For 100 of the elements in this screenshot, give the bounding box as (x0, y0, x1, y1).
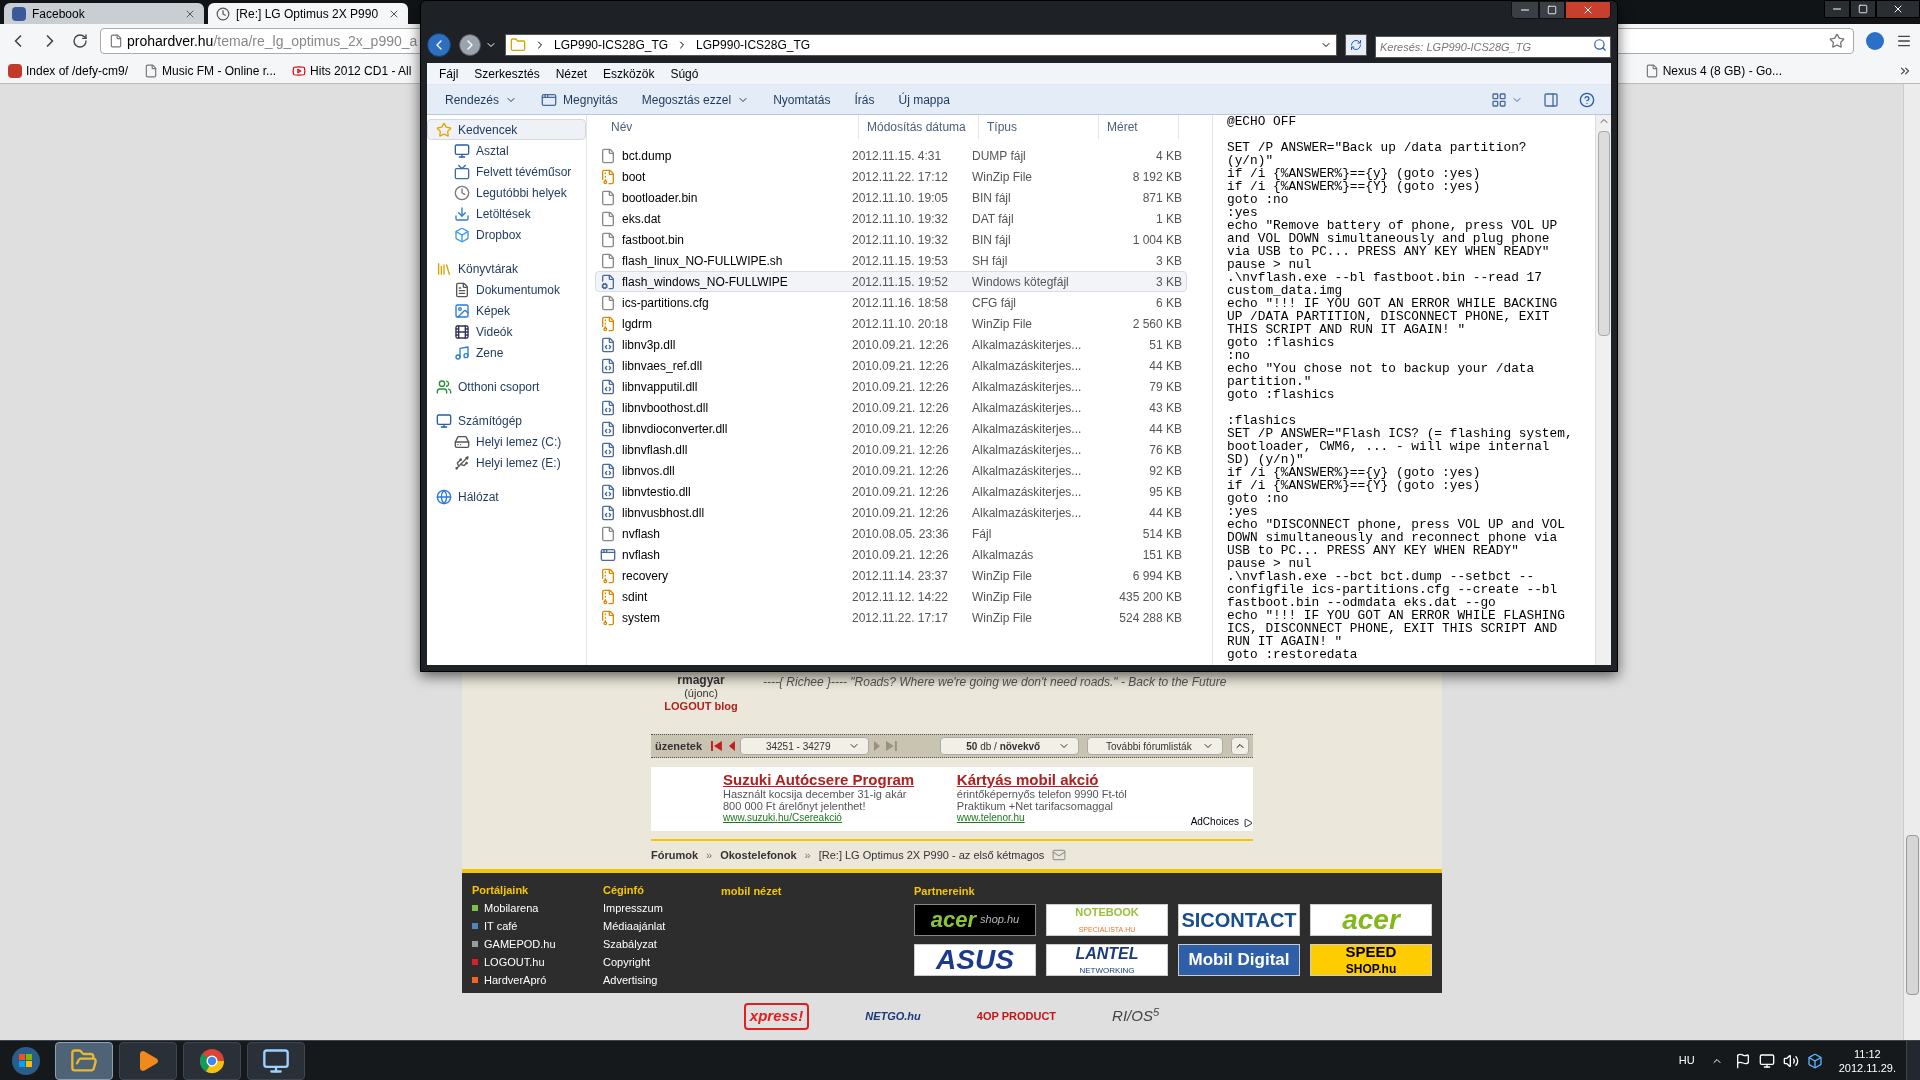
bookmark[interactable]: Nexus 4 (8 GB) - Go... (1644, 61, 1782, 80)
file-row[interactable]: libnvflash.dll 2010.09.21. 12:26 Alkalmazáskiterjes... 76 KB (595, 439, 1187, 460)
file-row[interactable]: libnvtestio.dll 2010.09.21. 12:26 Alkalmazáskiterjes... 95 KB (595, 481, 1187, 502)
footer-link[interactable]: Médiaajánlat (603, 919, 721, 933)
network-icon[interactable] (1758, 1052, 1775, 1069)
nav-item[interactable]: Legutóbbi helyek (427, 182, 586, 203)
back-button[interactable] (427, 33, 451, 57)
taskbar-app[interactable] (247, 1041, 305, 1080)
file-row[interactable]: bct.dump 2012.11.15. 4:31 DUMP fájl 4 KB (595, 145, 1187, 166)
forward-button[interactable] (459, 34, 481, 56)
partner-logo[interactable]: SICONTACT (1178, 903, 1300, 936)
ad-url[interactable]: www.telenor.hu (956, 812, 1191, 824)
toolbar-button[interactable]: Megosztás ezzel (631, 87, 760, 112)
close-button[interactable] (1565, 1, 1611, 19)
column-header[interactable]: Név (587, 115, 859, 139)
nav-item[interactable]: Képek (427, 300, 586, 321)
username[interactable]: rmagyar (677, 674, 725, 687)
footer-link[interactable]: Szabályzat (603, 937, 721, 951)
first-page-icon[interactable] (710, 740, 724, 752)
file-row[interactable]: libnv3p.dll 2010.09.21. 12:26 Alkalmazáskiterjes... 51 KB (595, 334, 1187, 355)
footer-link[interactable]: Copyright (603, 955, 721, 969)
file-row[interactable]: lgdrm 2012.11.10. 20:18 WinZip File 2 560 KB (595, 313, 1187, 334)
file-row[interactable]: nvflash 2010.09.21. 12:26 Alkalmazás 151 KB (595, 544, 1187, 565)
box-icon[interactable] (1806, 1052, 1823, 1069)
column-header[interactable]: Módosítás dátuma (859, 115, 979, 139)
menu-icon[interactable] (1896, 33, 1912, 49)
file-row[interactable]: system 2012.11.22. 17:17 WinZip File 524 288 KB (595, 607, 1187, 628)
breadcrumb-item[interactable]: LGP990-ICS28G_TG (554, 36, 669, 54)
file-row[interactable]: libnvboothost.dll 2010.09.21. 12:26 Alkalmazáskiterjes... 43 KB (595, 397, 1187, 418)
address-bar[interactable]: LGP990-ICS28G_TG LGP990-ICS28G_TG (505, 34, 1337, 56)
toolbar-button[interactable]: Nyomtatás (763, 87, 841, 112)
partner-logo[interactable]: LANTEL NETWORKING (1046, 943, 1168, 976)
footer-link[interactable]: Impresszum (603, 901, 721, 915)
preview-pane-icon[interactable] (1543, 91, 1559, 108)
file-row[interactable]: libnvusbhost.dll 2010.09.21. 12:26 Alkalmazáskiterjes... 44 KB (595, 502, 1187, 523)
sponsor-logo[interactable]: xpress! (743, 1003, 810, 1030)
ad-title[interactable]: Kártyás mobil akció (956, 771, 1191, 788)
bookmark[interactable]: Music FM - Online r... (144, 61, 277, 80)
breadcrumb-link[interactable]: Okostelefonok (720, 846, 797, 864)
ad-url[interactable]: www.suzuki.hu/Csereakció (723, 812, 957, 824)
toolbar-button[interactable]: Írás (844, 87, 885, 112)
file-row[interactable]: libnvdioconverter.dll 2010.09.21. 12:26 Alkalmazáskiterjes... 44 KB (595, 418, 1187, 439)
taskbar-app[interactable] (119, 1041, 177, 1080)
column-header[interactable]: Méret (1099, 115, 1179, 139)
file-row[interactable]: flash_windows_NO-FULLWIPE 2012.11.15. 19:52 Windows kötegfájl 3 KB (595, 271, 1187, 292)
file-row[interactable]: bootloader.bin 2012.11.10. 19:05 BIN fájl 871 KB (595, 187, 1187, 208)
file-row[interactable]: fastboot.bin 2012.11.10. 19:32 BIN fájl 1 004 KB (595, 229, 1187, 250)
file-row[interactable]: flash_linux_NO-FULLWIPE.sh 2012.11.15. 19:53 SH fájl 3 KB (595, 250, 1187, 271)
sort-select[interactable]: 50 db / növekvő (939, 737, 1079, 755)
toolbar-button[interactable]: Új mappa (888, 87, 960, 112)
footer-link[interactable]: GAMEPOD.hu (484, 937, 556, 951)
clock-time[interactable]: 11:12 (1854, 1046, 1881, 1061)
previous-page-icon[interactable] (727, 740, 736, 752)
menu-item[interactable]: Fájl (439, 64, 459, 83)
file-row[interactable]: sdint 2012.11.12. 14:22 WinZip File 435 200 KB (595, 586, 1187, 607)
file-row[interactable]: boot 2012.11.22. 17:12 WinZip File 8 192 KB (595, 166, 1187, 187)
nav-item[interactable]: Dokumentumok (427, 279, 586, 300)
extension-icon[interactable] (1866, 32, 1884, 50)
nav-item[interactable]: Asztal (427, 140, 586, 161)
bookmark-star-icon[interactable] (1829, 33, 1845, 49)
menu-item[interactable]: Súgó (670, 64, 699, 83)
footer-link[interactable]: Advertising (603, 973, 721, 987)
footer-link[interactable]: HardverApró (484, 973, 547, 987)
nav-item[interactable]: Videók (427, 321, 586, 342)
nav-item[interactable]: Letöltések (427, 203, 586, 224)
view-options-icon[interactable] (1491, 91, 1507, 108)
nav-item[interactable]: Zene (427, 342, 586, 363)
maximize-button[interactable] (1539, 1, 1565, 19)
page-range-select[interactable]: 34251 - 34279 (739, 737, 869, 755)
partner-logo[interactable]: Mobil Digital (1178, 943, 1300, 976)
menu-item[interactable]: Szerkesztés (474, 64, 540, 83)
clock-date[interactable]: 2012.11.29. (1838, 1060, 1896, 1075)
footer-link[interactable]: LOGOUT.hu (484, 955, 545, 969)
minimize-button[interactable] (1511, 1, 1539, 19)
breadcrumb-item[interactable]: LGP990-ICS28G_TG (696, 36, 811, 54)
file-row[interactable]: recovery 2012.11.14. 23:37 WinZip File 6 994 KB (595, 565, 1187, 586)
forum-list-select[interactable]: További fórumlisták (1086, 737, 1224, 755)
minimize-button[interactable] (1824, 0, 1850, 18)
browser-tab[interactable]: Facebook (4, 3, 204, 24)
footer-link[interactable]: IT café (484, 919, 518, 933)
file-row[interactable]: libnvaes_ref.dll 2010.09.21. 12:26 Alkalmazáskiterjes... 44 KB (595, 355, 1187, 376)
file-row[interactable]: ics-partitions.cfg 2012.11.16. 18:58 CFG fájl 6 KB (595, 292, 1187, 313)
partner-logo[interactable]: ASUS (914, 943, 1036, 976)
toolbar-button[interactable]: Rendezés (435, 87, 528, 112)
nav-item[interactable]: Helyi lemez (E:) (427, 452, 586, 473)
toolbar-button[interactable]: Megnyitás (531, 87, 628, 112)
nav-item[interactable]: Felvett tévéműsor (427, 161, 586, 182)
nav-item[interactable]: Számítógép (427, 410, 586, 431)
file-row[interactable]: libnvapputil.dll 2010.09.21. 12:26 Alkalmazáskiterjes... 79 KB (595, 376, 1187, 397)
volume-icon[interactable] (1782, 1052, 1799, 1069)
nav-item[interactable]: Otthoni csoport (427, 376, 586, 397)
breadcrumb-link[interactable]: Fórumok (651, 846, 699, 864)
blog-link[interactable]: LOGOUT blog (664, 700, 738, 713)
column-header[interactable]: Típus (979, 115, 1099, 139)
taskbar-app[interactable] (55, 1041, 113, 1080)
flag-icon[interactable] (1734, 1052, 1751, 1069)
nav-item[interactable]: Hálózat (427, 486, 586, 507)
nav-item[interactable]: Helyi lemez (C:) (427, 431, 586, 452)
browser-scrollbar[interactable] (1903, 84, 1920, 1040)
refresh-button[interactable] (1345, 34, 1367, 56)
